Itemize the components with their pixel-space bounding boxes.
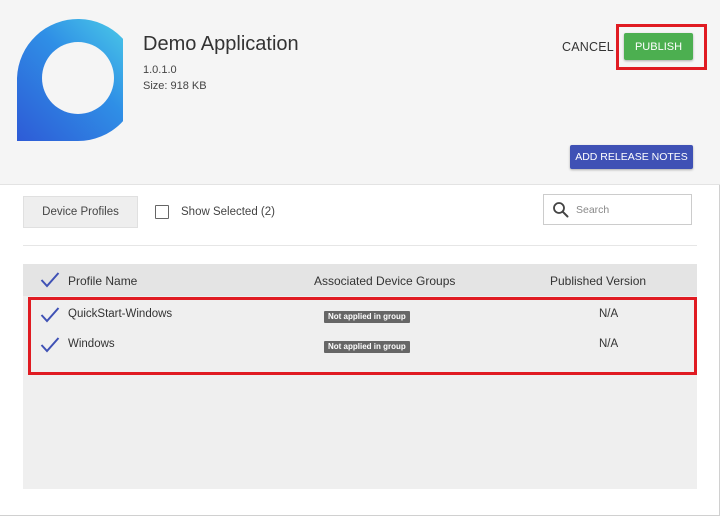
search-box[interactable] [543,194,692,225]
column-header-profile-name[interactable]: Profile Name [68,274,137,288]
column-header-device-groups[interactable]: Associated Device Groups [314,274,455,288]
select-all-check-icon[interactable] [40,271,60,289]
app-logo-icon [17,19,123,141]
search-input[interactable] [576,203,686,216]
show-selected-checkbox[interactable] [155,205,169,219]
app-size: Size: 918 KB [143,80,207,92]
device-profiles-tab[interactable]: Device Profiles [23,196,138,228]
search-icon [553,201,569,217]
publish-dialog: Demo Application 1.0.1.0 Size: 918 KB CA… [0,0,720,516]
app-name: Demo Application [143,33,299,55]
table-header: Profile Name Associated Device Groups Pu… [23,264,697,296]
dialog-header: Demo Application 1.0.1.0 Size: 918 KB CA… [0,0,720,185]
add-release-notes-button[interactable]: ADD RELEASE NOTES [570,145,693,169]
app-version: 1.0.1.0 [143,64,177,76]
rows-highlight-box [28,297,697,375]
publish-button[interactable]: PUBLISH [624,33,693,60]
show-selected-label: Show Selected (2) [181,206,275,218]
show-selected-toggle[interactable]: Show Selected (2) [155,203,275,221]
toolbar-divider [23,245,697,246]
cancel-button[interactable]: CANCEL [558,36,618,58]
column-header-published-version[interactable]: Published Version [550,274,646,288]
